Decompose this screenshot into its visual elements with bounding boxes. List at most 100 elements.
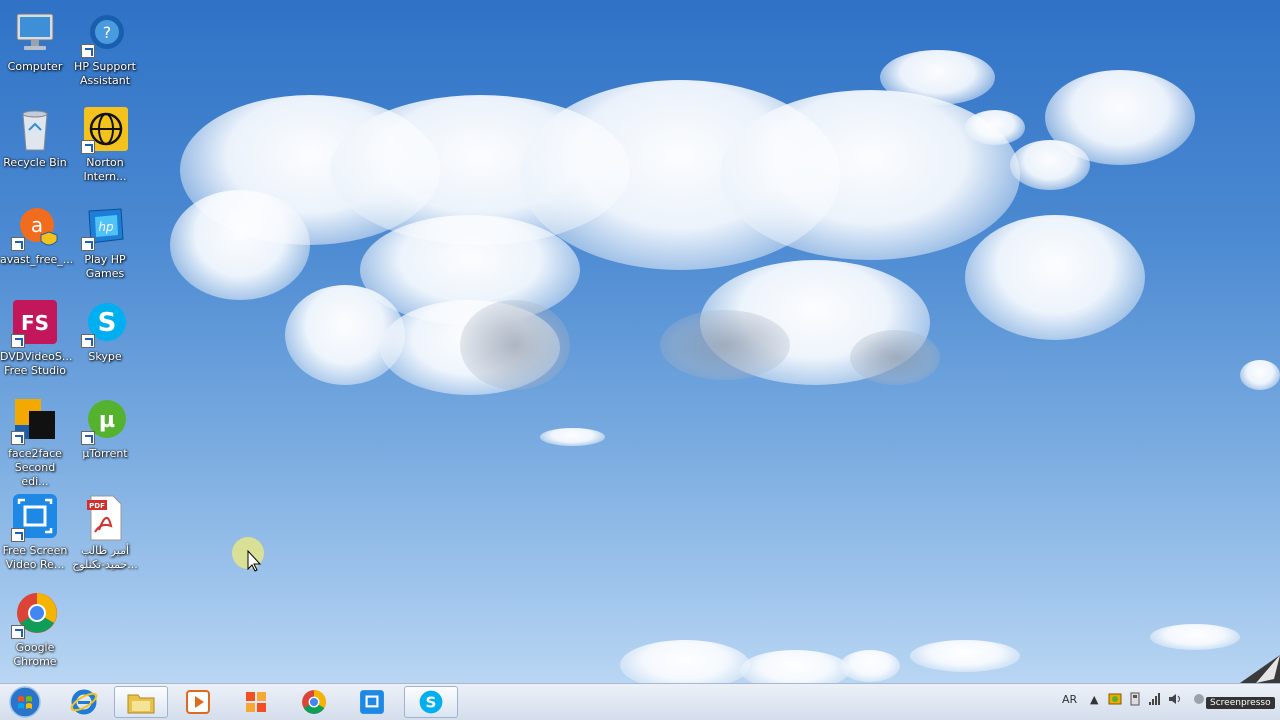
recycle-bin-icon xyxy=(11,106,59,154)
desktop-icon-label: HP Support Assistant xyxy=(74,60,136,87)
shortcut-arrow-icon xyxy=(11,431,25,445)
wallpaper-cloud xyxy=(620,640,750,683)
desktop-icon-hp-support[interactable]: ? HP Support Assistant xyxy=(70,10,140,88)
desktop-icon-label: أمير طالب ...حميد-تكنلوج xyxy=(72,544,138,571)
svg-text:S: S xyxy=(98,308,117,338)
desktop-icon-label: Free Screen Video Re... xyxy=(2,544,68,571)
desktop-icon-label: Computer xyxy=(7,60,63,73)
shortcut-arrow-icon xyxy=(81,140,95,154)
svg-text:µ: µ xyxy=(99,408,115,433)
system-tray: AR ▲ Screenpresso xyxy=(1050,684,1280,721)
desktop-icon-dvdvideosoft[interactable]: FS DVDVideoS... Free Studio xyxy=(0,300,73,378)
hp-games-icon: hp xyxy=(81,203,129,251)
shortcut-arrow-icon xyxy=(81,431,95,445)
shortcut-arrow-icon xyxy=(11,625,25,639)
wallpaper-cloud-shadow xyxy=(660,310,790,380)
taskbar-file-explorer[interactable] xyxy=(114,686,168,718)
tray-notification-icon[interactable] xyxy=(1192,692,1206,709)
file-explorer-icon xyxy=(127,694,155,714)
desktop-icon-label: Google Chrome xyxy=(13,641,57,668)
desktop-icon-label: µTorrent xyxy=(82,447,128,460)
shortcut-arrow-icon xyxy=(81,44,95,58)
desktop-icon-label: Recycle Bin xyxy=(3,156,67,169)
desktop-icon-norton[interactable]: Norton Intern... xyxy=(70,106,140,184)
desktop-icon-pdf-document[interactable]: PDF أمير طالب ...حميد-تكنلوج xyxy=(70,494,140,572)
svg-text:PDF: PDF xyxy=(89,502,105,510)
wallpaper-cloud xyxy=(840,650,900,682)
face2face-icon xyxy=(11,397,59,445)
start-button[interactable] xyxy=(6,686,44,718)
computer-icon xyxy=(11,10,59,58)
show-hidden-icons-icon[interactable]: ▲ xyxy=(1090,693,1098,706)
fs-icon: FS xyxy=(11,300,59,348)
screenpresso-watermark: Screenpresso xyxy=(1206,697,1275,709)
wallpaper-cloud xyxy=(965,215,1145,340)
desktop-icon-label: face2face Second edi... xyxy=(8,447,62,488)
desktop-icon-utorrent[interactable]: µ µTorrent xyxy=(70,397,140,461)
desktop-icon-skype[interactable]: S Skype xyxy=(70,300,140,364)
desktop-icon-label: Norton Intern... xyxy=(83,156,127,183)
svg-text:?: ? xyxy=(103,23,112,42)
svg-text:S: S xyxy=(426,693,437,711)
screen-recorder-icon xyxy=(11,494,59,542)
hp-support-icon: ? xyxy=(81,10,129,58)
svg-text:FS: FS xyxy=(21,311,49,335)
svg-text:hp: hp xyxy=(98,220,114,234)
desktop-wallpaper[interactable]: Computer ? HP Support Assistant Recycle … xyxy=(0,0,1280,683)
desktop-icon-google-chrome[interactable]: Google Chrome xyxy=(0,591,70,669)
taskbar: S AR ▲ Screenpresso xyxy=(0,683,1280,720)
desktop-icon-label: Skype xyxy=(88,350,122,363)
chrome-icon xyxy=(302,690,326,714)
tray-app-icon[interactable] xyxy=(1108,692,1122,709)
desktop-icon-recycle-bin[interactable]: Recycle Bin xyxy=(0,106,70,170)
screen-recorder-icon xyxy=(360,690,384,714)
volume-icon[interactable] xyxy=(1168,692,1182,709)
mouse-cursor-icon xyxy=(232,537,268,573)
screenpresso-corner xyxy=(1220,655,1280,683)
wallpaper-cloud xyxy=(1150,624,1240,650)
shortcut-arrow-icon xyxy=(11,237,25,251)
skype-icon: S xyxy=(81,300,129,348)
pdf-icon: PDF xyxy=(81,494,129,542)
office-icon xyxy=(246,692,266,712)
wallpaper-cloud-shadow xyxy=(460,300,570,390)
network-signal-icon[interactable] xyxy=(1148,692,1162,709)
wallpaper-cloud xyxy=(740,650,850,683)
taskbar-screen-recorder[interactable] xyxy=(345,686,399,718)
wallpaper-cloud xyxy=(965,110,1025,145)
internet-explorer-icon xyxy=(70,689,98,715)
wallpaper-cloud xyxy=(540,428,605,446)
taskbar-skype[interactable]: S xyxy=(404,686,458,718)
desktop-icon-free-screen-recorder[interactable]: Free Screen Video Re... xyxy=(0,494,70,572)
desktop-icon-label: avast_free_... xyxy=(0,253,74,266)
svg-text:a: a xyxy=(31,213,43,237)
wallpaper-cloud xyxy=(880,50,995,105)
wallpaper-cloud xyxy=(1010,140,1090,190)
desktop-icon-hp-games[interactable]: hp Play HP Games xyxy=(70,203,140,281)
desktop-icon-label: DVDVideoS... Free Studio xyxy=(0,350,73,377)
skype-icon: S xyxy=(419,690,443,714)
taskbar-office[interactable] xyxy=(229,686,283,718)
shortcut-arrow-icon xyxy=(81,237,95,251)
avast-icon: a xyxy=(11,203,59,251)
desktop-icon-computer[interactable]: Computer xyxy=(0,10,70,74)
wallpaper-cloud-shadow xyxy=(850,330,940,385)
taskbar-media-player[interactable] xyxy=(171,686,225,718)
desktop-icon-face2face[interactable]: face2face Second edi... xyxy=(0,397,70,489)
wallpaper-cloud xyxy=(170,190,310,300)
shortcut-arrow-icon xyxy=(11,528,25,542)
taskbar-internet-explorer[interactable] xyxy=(57,686,111,718)
usb-device-icon[interactable] xyxy=(1128,692,1142,709)
desktop-icon-label: Play HP Games xyxy=(84,253,126,280)
shortcut-arrow-icon xyxy=(11,334,25,348)
media-player-icon xyxy=(186,690,210,714)
shortcut-arrow-icon xyxy=(81,334,95,348)
language-indicator[interactable]: AR xyxy=(1062,693,1077,706)
chrome-icon xyxy=(11,591,59,639)
wallpaper-cloud xyxy=(910,640,1020,672)
taskbar-chrome[interactable] xyxy=(287,686,341,718)
norton-icon xyxy=(81,106,129,154)
utorrent-icon: µ xyxy=(81,397,129,445)
desktop-icon-avast[interactable]: a avast_free_... xyxy=(0,203,74,267)
wallpaper-cloud xyxy=(1240,360,1280,390)
